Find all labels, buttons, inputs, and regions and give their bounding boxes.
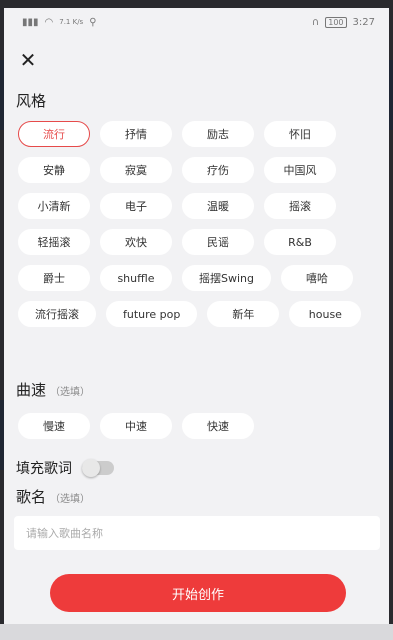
style-tag-chip[interactable]: 疗伤 xyxy=(182,157,254,183)
style-tag-chip[interactable]: shuffle xyxy=(100,265,172,291)
tempo-option-list: 慢速 中速 快速 xyxy=(18,413,378,439)
style-tag-chip[interactable]: 民谣 xyxy=(182,229,254,255)
close-button[interactable]: ✕ xyxy=(16,48,40,72)
style-tag-list: 流行 抒情 励志 怀旧安静 寂寞 疗伤 中国风小清新 电子 温暖 摇滚轻摇滚 欢快 民谣 R&B 爵士 sh… xyxy=(18,121,378,327)
battery-icon: 100 xyxy=(325,16,347,28)
style-tag-chip[interactable]: 励志 xyxy=(182,121,254,147)
style-tag-chip[interactable]: 小清新 xyxy=(18,193,90,219)
song-creation-sheet: ▮▮▮ ◠ 7.1 K/s ⚲ ∩ 100 3:27 ✕ 风格 流行 抒情 励志 怀旧… xyxy=(4,8,389,624)
style-tag-chip[interactable]: 新年 xyxy=(207,301,280,327)
style-section-title: 风格 xyxy=(16,92,47,110)
lyrics-toggle-row: 填充歌词 xyxy=(16,458,114,478)
status-time: 3:27 xyxy=(352,16,375,28)
lyrics-toggle[interactable] xyxy=(82,459,114,477)
song-name-title: 歌名 （选填） xyxy=(16,488,91,506)
style-tag-chip[interactable]: 温暖 xyxy=(182,193,254,219)
style-tag-chip[interactable]: 欢快 xyxy=(100,229,172,255)
style-tag-chip[interactable]: R&B xyxy=(264,229,336,255)
tempo-option-chip[interactable]: 快速 xyxy=(182,413,254,439)
tempo-option-chip[interactable]: 慢速 xyxy=(18,413,90,439)
signal-icon: ▮▮▮ xyxy=(22,16,39,28)
lyrics-toggle-label: 填充歌词 xyxy=(16,461,72,477)
style-tag-chip[interactable]: 嘻哈 xyxy=(281,265,353,291)
wifi-icon: ◠ xyxy=(44,16,54,28)
style-tag-chip[interactable]: 轻摇滚 xyxy=(18,229,90,255)
network-speed: 7.1 K/s xyxy=(59,18,84,26)
style-tag-chip[interactable]: 中国风 xyxy=(264,157,336,183)
style-tag-chip[interactable]: 抒情 xyxy=(100,121,172,147)
navigation-bar xyxy=(0,624,393,640)
style-tag-chip[interactable]: 电子 xyxy=(100,193,172,219)
style-tag-chip[interactable]: 摇滚 xyxy=(264,193,336,219)
start-creation-button[interactable]: 开始创作 xyxy=(50,574,346,612)
style-tag-chip[interactable]: 怀旧 xyxy=(264,121,336,147)
close-icon: ✕ xyxy=(19,48,37,72)
style-tag-chip[interactable]: 流行 xyxy=(18,121,90,147)
style-tag-chip[interactable]: 流行摇滚 xyxy=(18,301,96,327)
usb-icon: ⚲ xyxy=(89,16,97,28)
tempo-section-title: 曲速 （选填） xyxy=(16,381,91,399)
headphones-icon: ∩ xyxy=(311,16,320,28)
style-tag-chip[interactable]: 寂寞 xyxy=(100,157,172,183)
style-tag-chip[interactable]: 摇摆Swing xyxy=(182,265,271,291)
tempo-option-chip[interactable]: 中速 xyxy=(100,413,172,439)
status-bar: ▮▮▮ ◠ 7.1 K/s ⚲ ∩ 100 3:27 xyxy=(4,8,389,36)
style-tag-chip[interactable]: 安静 xyxy=(18,157,90,183)
song-name-input[interactable] xyxy=(14,516,380,550)
style-tag-chip[interactable]: house xyxy=(289,301,362,327)
style-tag-chip[interactable]: future pop xyxy=(106,301,198,327)
style-tag-chip[interactable]: 爵士 xyxy=(18,265,90,291)
